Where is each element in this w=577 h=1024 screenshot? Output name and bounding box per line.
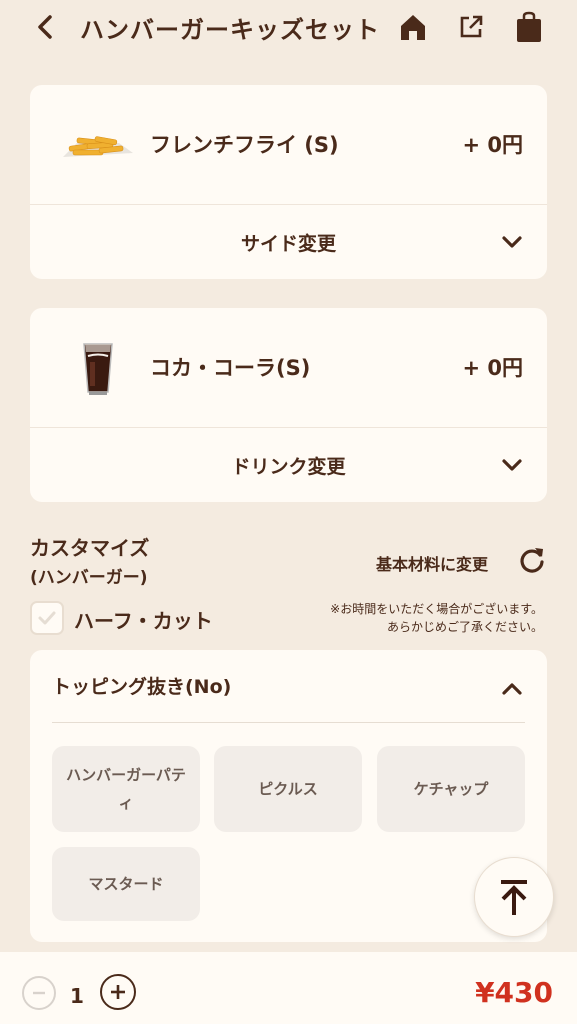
cola-image bbox=[58, 338, 138, 398]
divider bbox=[52, 722, 525, 723]
side-card: フレンチフライ (S) + 0円 サイド変更 bbox=[30, 85, 547, 279]
topping-card: トッピング抜き(No) ハンバーガーパティ ピクルス ケチャップ マスタード bbox=[30, 650, 547, 942]
decrease-quantity-button[interactable] bbox=[22, 976, 56, 1010]
reset-ingredients-button[interactable]: 基本材料に変更 bbox=[376, 551, 488, 575]
external-link-icon bbox=[460, 15, 483, 38]
back-button[interactable] bbox=[30, 12, 60, 42]
customize-note: ※お時間をいただく場合がございます。 あらかじめご了承ください。 bbox=[330, 600, 543, 636]
chevron-left-icon bbox=[38, 15, 52, 39]
total-price: ¥430 bbox=[475, 976, 553, 1009]
order-footer: 1 ¥430 bbox=[0, 952, 577, 1024]
side-item-price: + 0円 bbox=[462, 133, 523, 157]
home-icon bbox=[401, 15, 425, 40]
increase-quantity-button[interactable] bbox=[100, 974, 136, 1010]
half-cut-checkbox[interactable] bbox=[30, 601, 64, 635]
check-icon bbox=[38, 611, 56, 625]
topping-option-mustard[interactable]: マスタード bbox=[52, 847, 200, 921]
topping-option-patty[interactable]: ハンバーガーパティ bbox=[52, 746, 200, 832]
note-line-1: ※お時間をいただく場合がございます。 bbox=[330, 602, 543, 616]
side-change-button[interactable]: サイド変更 bbox=[30, 205, 547, 279]
fries-image bbox=[58, 115, 138, 175]
note-line-2: あらかじめご了承ください。 bbox=[386, 620, 543, 634]
cart-button[interactable] bbox=[512, 10, 546, 44]
app-header: ハンバーガーキッズセット bbox=[0, 0, 577, 56]
shopping-bag-icon bbox=[517, 11, 541, 42]
scroll-to-top-button[interactable] bbox=[474, 857, 554, 937]
chevron-down-icon bbox=[502, 236, 522, 248]
drink-item-price: + 0円 bbox=[462, 356, 523, 380]
topping-option-ketchup[interactable]: ケチャップ bbox=[377, 746, 525, 832]
topping-option-pickles[interactable]: ピクルス bbox=[214, 746, 362, 832]
customize-title: カスタマイズ bbox=[30, 536, 150, 560]
drink-change-button[interactable]: ドリンク変更 bbox=[30, 428, 547, 502]
side-item-name: フレンチフライ (S) bbox=[150, 133, 339, 157]
side-change-label: サイド変更 bbox=[240, 233, 336, 255]
plus-icon bbox=[111, 985, 125, 999]
refresh-icon[interactable] bbox=[518, 546, 546, 574]
drink-card: コカ・コーラ(S) + 0円 ドリンク変更 bbox=[30, 308, 547, 502]
minus-icon bbox=[33, 991, 45, 995]
drink-item-name: コカ・コーラ(S) bbox=[150, 356, 311, 380]
page-title: ハンバーガーキッズセット bbox=[80, 16, 380, 44]
customize-subtitle: (ハンバーガー) bbox=[30, 568, 148, 588]
drink-change-label: ドリンク変更 bbox=[231, 456, 346, 478]
quantity-value: 1 bbox=[70, 984, 84, 1008]
half-cut-label[interactable]: ハーフ・カット bbox=[74, 605, 213, 634]
topping-heading[interactable]: トッピング抜き(No) bbox=[52, 672, 231, 699]
share-button[interactable] bbox=[454, 10, 488, 44]
drink-item-row: コカ・コーラ(S) + 0円 bbox=[30, 308, 547, 428]
home-button[interactable] bbox=[396, 10, 430, 44]
chevron-down-icon bbox=[502, 459, 522, 471]
side-item-row: フレンチフライ (S) + 0円 bbox=[30, 85, 547, 205]
chevron-up-icon[interactable] bbox=[499, 676, 525, 702]
arrow-up-icon bbox=[501, 880, 527, 915]
